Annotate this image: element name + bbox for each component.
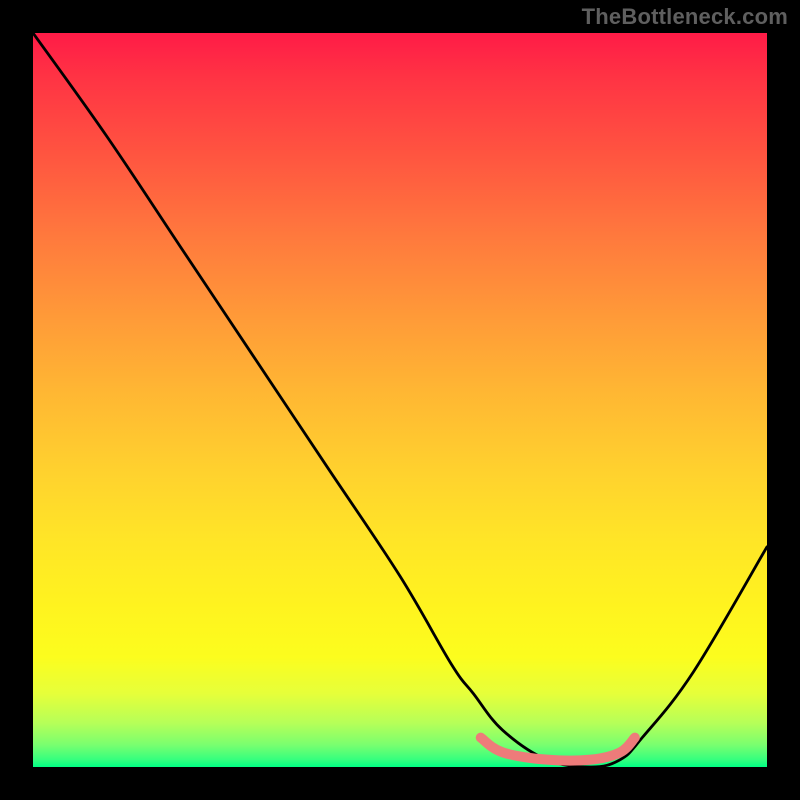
curve-svg bbox=[33, 33, 767, 767]
highlight-band-path bbox=[481, 738, 635, 761]
chart-frame: TheBottleneck.com bbox=[0, 0, 800, 800]
watermark-text: TheBottleneck.com bbox=[582, 4, 788, 30]
plot-area bbox=[33, 33, 767, 767]
bottleneck-curve-path bbox=[33, 33, 767, 767]
